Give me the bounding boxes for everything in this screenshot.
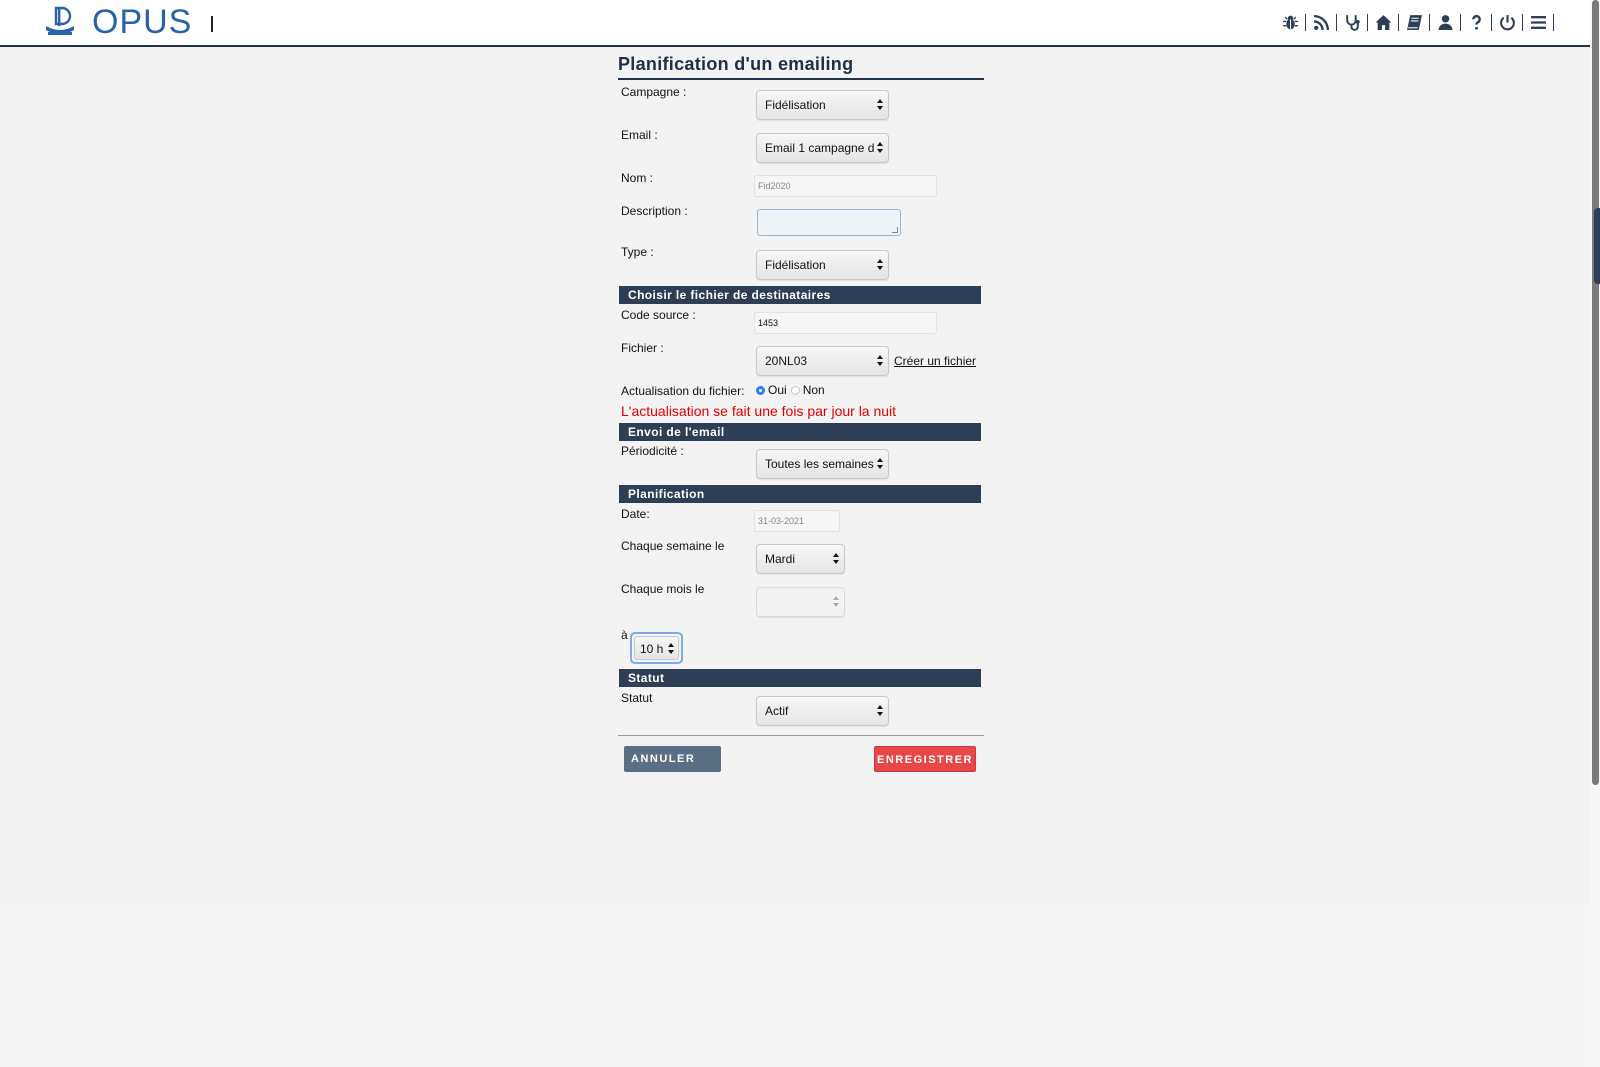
fichier-value: 20NL03 xyxy=(765,354,808,368)
header-nav xyxy=(1279,11,1558,33)
select-arrows-icon xyxy=(877,99,883,111)
email-value: Email 1 campagne d xyxy=(765,141,875,155)
user-icon[interactable] xyxy=(1434,11,1456,33)
periodicite-label: Périodicité : xyxy=(621,444,684,458)
chaque-mois-label: Chaque mois le xyxy=(621,582,705,596)
non-label: Non xyxy=(802,383,825,397)
home-icon[interactable] xyxy=(1372,11,1394,33)
stethoscope-icon[interactable] xyxy=(1341,11,1363,33)
form-footer-divider xyxy=(618,735,984,736)
opus-logo-icon xyxy=(46,6,74,35)
date-label: Date: xyxy=(621,507,650,521)
actualisation-radio-group: Oui Non xyxy=(756,383,825,397)
chaque-semaine-select[interactable]: Mardi xyxy=(756,544,845,574)
menu-icon[interactable] xyxy=(1527,11,1549,33)
top-bar: OPUS xyxy=(0,0,1590,47)
save-button[interactable]: ENREGISTRER xyxy=(874,746,976,772)
non-radio[interactable] xyxy=(790,385,800,395)
heure-value: 10 h xyxy=(640,642,664,656)
email-select[interactable]: Email 1 campagne d xyxy=(756,133,889,163)
side-panel-tab[interactable] xyxy=(1594,208,1600,284)
nom-label: Nom : xyxy=(621,171,654,185)
campagne-label: Campagne : xyxy=(621,85,687,99)
nom-input[interactable]: Fid2020 xyxy=(754,175,937,197)
help-icon[interactable] xyxy=(1465,11,1487,33)
scrollbar-thumb[interactable] xyxy=(1592,0,1599,785)
chaque-mois-select[interactable] xyxy=(756,587,845,617)
nav-divider xyxy=(1429,13,1430,31)
select-arrows-icon xyxy=(877,259,883,271)
actualisation-warning: L'actualisation se fait une fois par jou… xyxy=(621,403,897,419)
description-textarea[interactable] xyxy=(757,209,901,236)
heure-select-inner: 10 h xyxy=(634,636,679,660)
select-arrows-icon xyxy=(877,142,883,154)
select-arrows-icon xyxy=(877,705,883,717)
section-planification-header: Planification xyxy=(619,485,981,503)
type-label: Type : xyxy=(621,245,654,259)
power-icon[interactable] xyxy=(1496,11,1518,33)
nav-divider xyxy=(1522,13,1523,31)
cancel-button[interactable]: ANNULER xyxy=(624,746,721,772)
section-fichier-header: Choisir le fichier de destinataires xyxy=(619,286,981,304)
nav-divider xyxy=(1553,13,1554,31)
heure-label: à xyxy=(621,628,628,642)
fichier-select[interactable]: 20NL03 xyxy=(756,346,889,376)
chaque-semaine-label: Chaque semaine le xyxy=(621,539,725,553)
nav-divider xyxy=(1491,13,1492,31)
statut-value: Actif xyxy=(765,704,789,718)
statut-select[interactable]: Actif xyxy=(756,696,889,726)
chaque-semaine-value: Mardi xyxy=(765,552,796,566)
rss-icon[interactable] xyxy=(1310,11,1332,33)
page-title: Planification d'un emailing xyxy=(618,54,854,74)
statut-label: Statut xyxy=(621,691,653,705)
date-input[interactable]: 31-03-2021 xyxy=(754,510,840,532)
select-arrows-icon xyxy=(668,643,674,655)
periodicite-value: Toutes les semaines xyxy=(765,457,874,471)
select-arrows-icon xyxy=(877,458,883,470)
nav-divider xyxy=(1336,13,1337,31)
bug-icon[interactable] xyxy=(1279,11,1301,33)
select-arrows-icon xyxy=(877,355,883,367)
oui-label: Oui xyxy=(768,383,787,397)
campagne-select[interactable]: Fidélisation xyxy=(756,90,889,120)
section-envoi-header: Envoi de l'email xyxy=(619,423,981,441)
creer-fichier-link[interactable]: Créer un fichier xyxy=(894,354,976,368)
title-divider xyxy=(618,78,984,80)
nav-divider xyxy=(1398,13,1399,31)
select-arrows-icon xyxy=(833,596,839,608)
oui-radio[interactable] xyxy=(756,385,765,395)
type-select[interactable]: Fidélisation xyxy=(756,250,889,280)
nav-divider xyxy=(1305,13,1306,31)
email-label: Email : xyxy=(621,128,658,142)
actualisation-label: Actualisation du fichier: xyxy=(621,384,745,398)
book-icon[interactable] xyxy=(1403,11,1425,33)
app-name: OPUS xyxy=(92,3,193,41)
brand-divider xyxy=(211,16,213,32)
type-value: Fidélisation xyxy=(765,258,826,272)
heure-select[interactable]: 10 h xyxy=(630,632,683,664)
periodicite-select[interactable]: Toutes les semaines xyxy=(756,449,889,479)
description-label: Description : xyxy=(621,204,688,218)
campagne-value: Fidélisation xyxy=(765,98,826,112)
nav-divider xyxy=(1460,13,1461,31)
select-arrows-icon xyxy=(833,553,839,565)
nav-divider xyxy=(1367,13,1368,31)
code-source-label: Code source : xyxy=(621,308,696,322)
section-statut-header: Statut xyxy=(619,669,981,687)
code-source-input[interactable]: 1453 xyxy=(754,312,937,334)
fichier-label: Fichier : xyxy=(621,341,664,355)
